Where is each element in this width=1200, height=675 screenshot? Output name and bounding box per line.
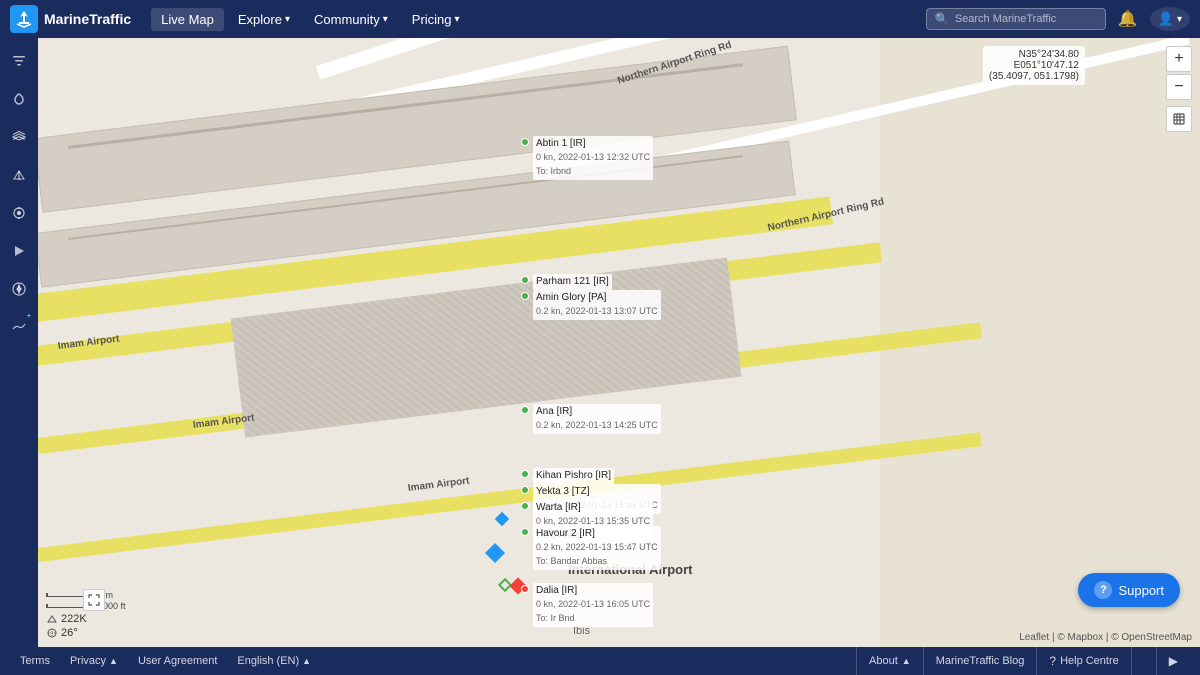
chevron-down-icon: ▾ xyxy=(285,14,290,25)
chevron-down-icon: ▾ xyxy=(455,14,460,25)
sidebar-favorite-button[interactable] xyxy=(4,84,34,114)
bottom-help[interactable]: ? Help Centre xyxy=(1036,647,1130,675)
map-container[interactable]: Northern Airport Ring Rd Northern Airpor… xyxy=(38,38,1200,647)
bottom-right-section: About ▲ MarineTraffic Blog ? Help Centre… xyxy=(856,647,1190,675)
chevron-up-icon: ▲ xyxy=(109,656,118,666)
support-icon: ? xyxy=(1094,581,1112,599)
chevron-up-icon: ▲ xyxy=(302,656,311,666)
vessel-yekta3[interactable]: Yekta 3 [TZ]0.1 kn, 2022-01-13 15:43 UTC xyxy=(521,486,529,494)
search-box[interactable]: 🔍 Search MarineTraffic xyxy=(926,8,1106,30)
nav-item-community[interactable]: Community ▾ xyxy=(304,8,398,31)
zoom-level: 26° xyxy=(61,627,78,639)
vessel-blue-diamond-2[interactable] xyxy=(488,546,502,560)
logo-icon xyxy=(10,5,38,33)
top-navigation: MarineTraffic Live Map Explore ▾ Communi… xyxy=(0,0,1200,38)
left-sidebar: + xyxy=(0,38,38,675)
vessel-warta[interactable]: Warta [IR]0 kn, 2022-01-13 15:35 UTCTo: … xyxy=(521,502,529,510)
coord-decimal: (35.4097, 051.1798) xyxy=(989,71,1079,82)
help-icon: ? xyxy=(1049,654,1056,668)
map-attribution: Leaflet | © Mapbox | © OpenStreetMap xyxy=(1019,632,1192,643)
vessel-green-diamond[interactable] xyxy=(500,580,510,590)
bottom-user-agreement[interactable]: User Agreement xyxy=(128,655,227,667)
vessel-label-kihanpishro: Kihan Pishro [IR] xyxy=(533,468,614,484)
notification-icon[interactable]: 🔔 xyxy=(1114,5,1142,33)
bottom-about[interactable]: About ▲ xyxy=(856,647,923,675)
user-icon: 👤 xyxy=(1158,11,1174,27)
coord-lat: N35°24'34.80 xyxy=(989,49,1079,60)
vessel-aminglory[interactable]: Amin Glory [PA]0.2 kn, 2022-01-13 13:07 … xyxy=(521,292,529,300)
sidebar-analytics-button[interactable]: + xyxy=(4,312,34,342)
bottom-android[interactable]: ▶ xyxy=(1156,647,1190,675)
vessel-label-havour2: Havour 2 [IR]0.2 kn, 2022-01-13 15:47 UT… xyxy=(533,526,661,570)
vessel-ana[interactable]: Ana [IR]0.2 kn, 2022-01-13 14:25 UTC xyxy=(521,406,529,414)
support-label: Support xyxy=(1118,583,1164,598)
map-layers-button[interactable] xyxy=(1166,106,1192,132)
user-menu-button[interactable]: 👤 ▾ xyxy=(1150,7,1190,31)
vessel-kihanpishro[interactable]: Kihan Pishro [IR] xyxy=(521,470,529,478)
vessel-havour2[interactable]: Havour 2 [IR]0.2 kn, 2022-01-13 15:47 UT… xyxy=(521,528,529,536)
coord-lon: E051°10'47.12 xyxy=(989,60,1079,71)
bottom-terms[interactable]: Terms xyxy=(10,655,60,667)
vessel-label-dalia: Dalia [IR]0 kn, 2022-01-13 16:05 UTCTo: … xyxy=(533,583,653,627)
bottom-bar: Terms Privacy ▲ User Agreement English (… xyxy=(0,647,1200,675)
nav-item-explore[interactable]: Explore ▾ xyxy=(228,8,300,31)
search-placeholder: Search MarineTraffic xyxy=(955,13,1056,25)
map-stats: 222K 26° xyxy=(46,613,87,639)
nav-item-pricing[interactable]: Pricing ▾ xyxy=(402,8,470,31)
coordinate-display: N35°24'34.80 E051°10'47.12 (35.4097, 051… xyxy=(983,46,1085,85)
vessel-blue-diamond-1[interactable] xyxy=(497,514,507,524)
vessel-label-aminglory: Amin Glory [PA]0.2 kn, 2022-01-13 13:07 … xyxy=(533,290,661,320)
vessel-label-abtin1: Abtin 1 [IR]0 kn, 2022-01-13 12:32 UTCTo… xyxy=(533,136,653,180)
vessel-abtin1[interactable]: Abtin 1 [IR]0 kn, 2022-01-13 12:32 UTCTo… xyxy=(521,138,529,146)
chevron-down-icon: ▾ xyxy=(383,14,388,25)
zoom-controls: + − xyxy=(1166,46,1192,132)
sidebar-compass-button[interactable] xyxy=(4,274,34,304)
bottom-blog[interactable]: MarineTraffic Blog xyxy=(923,647,1037,675)
search-icon: 🔍 xyxy=(935,12,950,26)
vessel-count: 222K xyxy=(61,613,87,625)
nav-item-live-map[interactable]: Live Map xyxy=(151,8,224,31)
support-button[interactable]: ? Support xyxy=(1078,573,1180,607)
sidebar-track-button[interactable] xyxy=(4,198,34,228)
vessel-parham121[interactable]: Parham 121 [IR] xyxy=(521,276,529,284)
vessel-label-ana: Ana [IR]0.2 kn, 2022-01-13 14:25 UTC xyxy=(533,404,661,434)
sidebar-layers-button[interactable] xyxy=(4,122,34,152)
android-icon: ▶ xyxy=(1169,654,1178,668)
sidebar-vessels-button[interactable] xyxy=(4,160,34,190)
bottom-privacy[interactable]: Privacy ▲ xyxy=(60,655,128,667)
chevron-up-icon: ▲ xyxy=(902,656,911,666)
vessel-count-stat: 222K xyxy=(46,613,87,625)
bottom-apple[interactable] xyxy=(1131,647,1156,675)
expand-button[interactable] xyxy=(83,589,105,611)
bottom-language[interactable]: English (EN) ▲ xyxy=(227,655,321,667)
zoom-level-stat: 26° xyxy=(46,627,87,639)
zoom-in-button[interactable]: + xyxy=(1166,46,1192,72)
zoom-out-button[interactable]: − xyxy=(1166,74,1192,100)
sidebar-play-button[interactable] xyxy=(4,236,34,266)
nav-right: 🔍 Search MarineTraffic 🔔 👤 ▾ xyxy=(926,5,1190,33)
logo-text: MarineTraffic xyxy=(44,11,131,27)
sidebar-filter-button[interactable] xyxy=(4,46,34,76)
nav-items: Live Map Explore ▾ Community ▾ Pricing ▾ xyxy=(151,8,926,31)
vessel-label-parham121: Parham 121 [IR] xyxy=(533,274,612,290)
analytics-badge: + xyxy=(27,313,31,320)
vessel-dalia[interactable]: Dalia [IR]0 kn, 2022-01-13 16:05 UTCTo: … xyxy=(521,585,529,593)
logo[interactable]: MarineTraffic xyxy=(10,5,131,33)
chevron-down-icon: ▾ xyxy=(1177,14,1182,25)
